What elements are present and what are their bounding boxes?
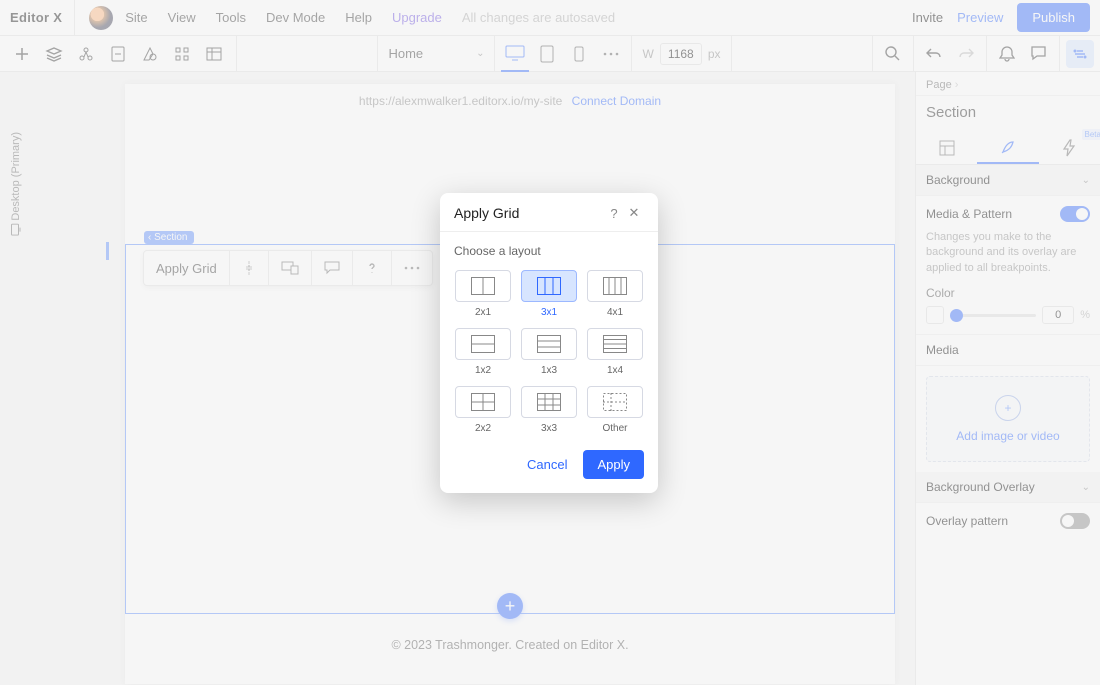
grid-option-1x4[interactable]: 1x4 bbox=[587, 328, 643, 376]
grid-option-1x3[interactable]: 1x3 bbox=[521, 328, 577, 376]
grid-option-3x3[interactable]: 3x3 bbox=[521, 386, 577, 434]
cancel-button[interactable]: Cancel bbox=[517, 450, 577, 479]
grid-option-other[interactable]: Other bbox=[587, 386, 643, 434]
grid-option-4x1[interactable]: 4x1 bbox=[587, 270, 643, 318]
grid-option-2x2[interactable]: 2x2 bbox=[455, 386, 511, 434]
grid-option-2x1[interactable]: 2x1 bbox=[455, 270, 511, 318]
modal-title: Apply Grid bbox=[454, 205, 604, 221]
modal-close-icon[interactable]: ✕ bbox=[624, 205, 644, 221]
grid-option-3x1[interactable]: 3x1 bbox=[521, 270, 577, 318]
modal-help-icon[interactable]: ? bbox=[604, 206, 624, 221]
grid-layout-options: 2x13x14x1 1x21x31x4 2x23x3Other bbox=[440, 266, 658, 440]
apply-grid-modal: Apply Grid ? ✕ Choose a layout 2x13x14x1… bbox=[440, 193, 658, 493]
modal-subtitle: Choose a layout bbox=[440, 231, 658, 266]
apply-button[interactable]: Apply bbox=[583, 450, 644, 479]
grid-option-1x2[interactable]: 1x2 bbox=[455, 328, 511, 376]
